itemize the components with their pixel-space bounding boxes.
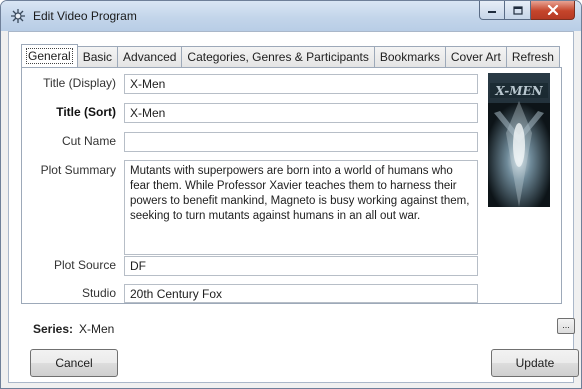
maximize-button[interactable] bbox=[505, 1, 531, 20]
cover-art-image[interactable]: X-MEN bbox=[488, 73, 550, 207]
tab-bookmarks[interactable]: Bookmarks bbox=[373, 46, 446, 67]
tab-cover-art[interactable]: Cover Art bbox=[444, 46, 507, 67]
edit-video-program-window: Edit Video Program General Basic Advance… bbox=[0, 0, 582, 389]
tab-refresh[interactable]: Refresh bbox=[505, 46, 560, 67]
title-sort-field[interactable]: X-Men bbox=[124, 103, 478, 123]
update-button[interactable]: Update bbox=[491, 349, 579, 377]
title-sort-label: Title (Sort) bbox=[56, 105, 116, 119]
tab-strip: General Basic Advanced Categories, Genre… bbox=[21, 44, 560, 67]
title-display-field[interactable]: X-Men bbox=[124, 74, 478, 94]
plot-summary-label: Plot Summary bbox=[40, 163, 116, 177]
title-bar[interactable]: Edit Video Program bbox=[1, 1, 581, 31]
tab-categories-genres-participants[interactable]: Categories, Genres & Participants bbox=[181, 46, 375, 67]
series-label: Series: bbox=[33, 322, 74, 336]
close-button[interactable] bbox=[531, 1, 575, 20]
studio-label: Studio bbox=[81, 286, 116, 300]
dialog-content: General Basic Advanced Categories, Genre… bbox=[8, 31, 579, 383]
window-title: Edit Video Program bbox=[33, 9, 137, 23]
minimize-icon bbox=[488, 11, 496, 13]
minimize-button[interactable] bbox=[479, 1, 505, 20]
plot-summary-field[interactable]: Mutants with superpowers are born into a… bbox=[124, 160, 478, 255]
plot-source-field[interactable]: DF bbox=[124, 256, 478, 276]
gear-flower-icon bbox=[11, 9, 25, 23]
caption-buttons bbox=[479, 1, 575, 21]
general-tab-panel: Title (Display) X-Men Title (Sort) X-Men… bbox=[21, 67, 562, 304]
maximize-icon bbox=[512, 5, 523, 15]
cancel-button[interactable]: Cancel bbox=[30, 349, 118, 377]
plot-source-label: Plot Source bbox=[53, 258, 116, 272]
tab-general[interactable]: General bbox=[21, 44, 78, 67]
tab-advanced[interactable]: Advanced bbox=[117, 46, 183, 67]
series-value: X-Men bbox=[79, 322, 115, 336]
cut-name-field[interactable] bbox=[124, 132, 478, 152]
cover-art-picture: X-MEN bbox=[488, 73, 550, 207]
cover-art-title: X-MEN bbox=[494, 84, 543, 98]
series-browse-button[interactable]: ... bbox=[557, 318, 575, 334]
close-icon bbox=[547, 5, 558, 15]
studio-field[interactable]: 20th Century Fox bbox=[124, 284, 478, 303]
title-display-label: Title (Display) bbox=[43, 76, 116, 90]
tab-general-label: General bbox=[26, 48, 73, 64]
cut-name-label: Cut Name bbox=[61, 134, 116, 148]
tab-basic[interactable]: Basic bbox=[76, 46, 119, 67]
